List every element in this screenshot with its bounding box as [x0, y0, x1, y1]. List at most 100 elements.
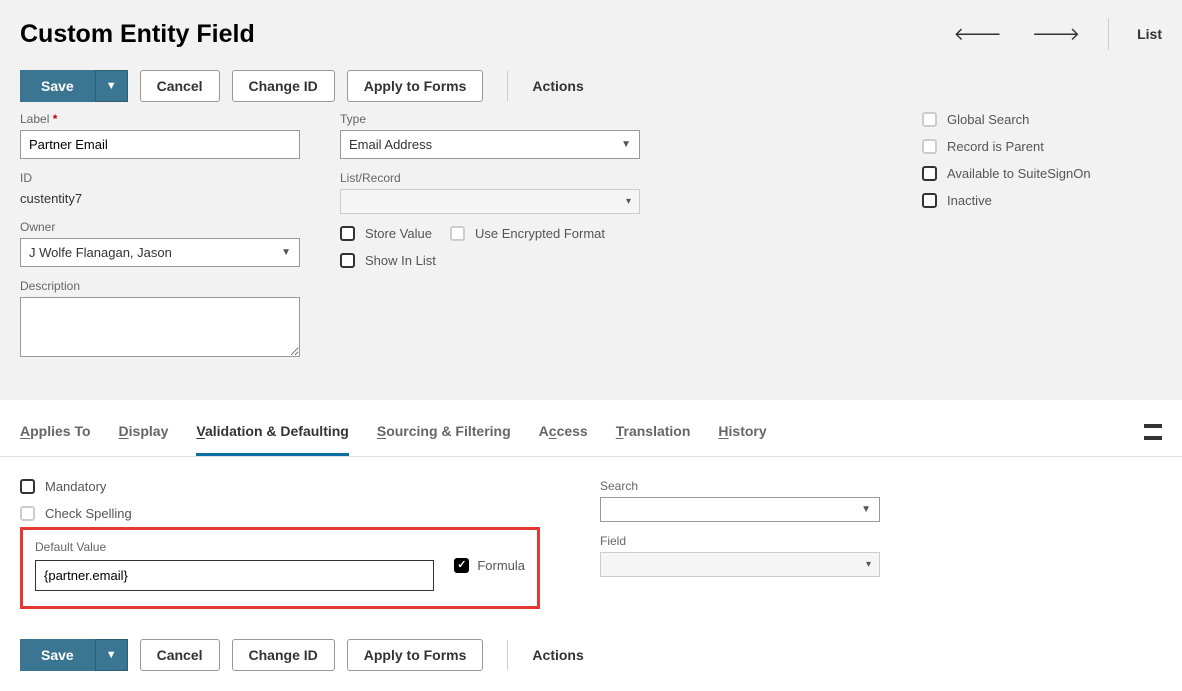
global-search-row: Global Search: [922, 112, 1162, 127]
owner-field-wrap: Owner J Wolfe Flanagan, Jason ▼: [20, 220, 300, 267]
nav-right: 🡐 🡒 List: [954, 18, 1162, 50]
tabs: Applies To Display Validation & Defaulti…: [20, 408, 767, 456]
list-record-field-label: List/Record: [340, 171, 640, 185]
owner-field-label: Owner: [20, 220, 300, 234]
show-in-list-row: Show In List: [340, 253, 640, 268]
chevron-down-icon: ▾: [626, 196, 631, 207]
tab-translation[interactable]: Translation: [616, 408, 691, 456]
record-is-parent-label: Record is Parent: [947, 139, 1044, 154]
prev-arrow-icon[interactable]: 🡐: [954, 24, 1002, 45]
mandatory-row: Mandatory: [20, 479, 540, 494]
tab-col-right: Search ▼ Field ▾: [600, 479, 880, 609]
chevron-down-icon: ▾: [866, 559, 871, 570]
change-id-button[interactable]: Change ID: [232, 70, 335, 102]
header-region: Custom Entity Field 🡐 🡒 List Save ▼ Canc…: [0, 0, 1182, 400]
search-field-wrap: Search ▼: [600, 479, 880, 522]
type-select-value: Email Address: [349, 137, 432, 152]
default-value-highlight: Default Value Formula: [20, 527, 540, 609]
owner-select[interactable]: J Wolfe Flanagan, Jason ▼: [20, 238, 300, 267]
chevron-down-icon: ▼: [861, 504, 871, 515]
default-value-row: Default Value Formula: [35, 540, 525, 591]
description-field-label: Description: [20, 279, 300, 293]
divider: [507, 640, 508, 670]
inactive-row: Inactive: [922, 193, 1162, 208]
button-row-top: Save ▼ Cancel Change ID Apply to Forms A…: [20, 70, 1162, 102]
mandatory-checkbox[interactable]: [20, 479, 35, 494]
description-field-wrap: Description: [20, 279, 300, 360]
inactive-checkbox[interactable]: [922, 193, 937, 208]
formula-row: Formula: [454, 558, 525, 573]
page-title: Custom Entity Field: [20, 20, 255, 49]
type-select[interactable]: Email Address ▼: [340, 130, 640, 159]
cancel-button-bottom[interactable]: Cancel: [140, 639, 220, 671]
tab-body: Mandatory Check Spelling Default Value F…: [0, 457, 1182, 633]
save-button-bottom[interactable]: Save: [20, 639, 95, 671]
use-encrypted-checkbox: [450, 226, 465, 241]
change-id-button-bottom[interactable]: Change ID: [232, 639, 335, 671]
default-value-wrap: Default Value: [35, 540, 434, 591]
suitesignon-label: Available to SuiteSignOn: [947, 166, 1091, 181]
view-toggle-icon[interactable]: [1144, 424, 1162, 440]
show-in-list-label: Show In List: [365, 253, 436, 268]
chevron-down-icon: ▼: [621, 139, 631, 150]
actions-menu[interactable]: Actions: [532, 78, 583, 94]
description-textarea[interactable]: [20, 297, 300, 357]
search-select[interactable]: ▼: [600, 497, 880, 522]
list-link[interactable]: List: [1137, 26, 1162, 42]
apply-to-forms-button-bottom[interactable]: Apply to Forms: [347, 639, 484, 671]
tab-display[interactable]: Display: [119, 408, 169, 456]
save-dropdown-button-bottom[interactable]: ▼: [95, 639, 128, 671]
divider: [507, 71, 508, 101]
suitesignon-checkbox[interactable]: [922, 166, 937, 181]
form-region: Label ID custentity7 Owner J Wolfe Flana…: [20, 112, 1162, 372]
next-arrow-icon[interactable]: 🡒: [1032, 24, 1080, 45]
type-field-wrap: Type Email Address ▼: [340, 112, 640, 159]
title-row: Custom Entity Field 🡐 🡒 List: [20, 18, 1162, 50]
list-record-select: ▾: [340, 189, 640, 214]
cancel-button[interactable]: Cancel: [140, 70, 220, 102]
tab-history[interactable]: History: [718, 408, 766, 456]
id-field-label: ID: [20, 171, 300, 185]
nav-arrows: 🡐 🡒: [954, 24, 1081, 45]
label-field-wrap: Label: [20, 112, 300, 159]
mandatory-label: Mandatory: [45, 479, 106, 494]
formula-checkbox[interactable]: [454, 558, 469, 573]
save-button-group-bottom: Save ▼: [20, 639, 128, 671]
suitesignon-row: Available to SuiteSignOn: [922, 166, 1162, 181]
field-field-label: Field: [600, 534, 880, 548]
tab-sourcing-filtering[interactable]: Sourcing & Filtering: [377, 408, 511, 456]
tab-applies-to[interactable]: Applies To: [20, 408, 91, 456]
id-field-wrap: ID custentity7: [20, 171, 300, 208]
check-spelling-label: Check Spelling: [45, 506, 132, 521]
label-input[interactable]: [20, 130, 300, 159]
actions-menu-bottom[interactable]: Actions: [532, 647, 583, 663]
field-select: ▾: [600, 552, 880, 577]
store-value-label: Store Value: [365, 226, 432, 241]
global-search-label: Global Search: [947, 112, 1029, 127]
store-value-row: Store Value: [340, 226, 432, 241]
default-value-label: Default Value: [35, 540, 434, 554]
tabs-bar: Applies To Display Validation & Defaulti…: [0, 408, 1182, 457]
owner-select-value: J Wolfe Flanagan, Jason: [29, 245, 172, 260]
tab-access[interactable]: Access: [539, 408, 588, 456]
save-button-group: Save ▼: [20, 70, 128, 102]
tab-validation-defaulting[interactable]: Validation & Defaulting: [196, 408, 348, 456]
chevron-down-icon: ▼: [281, 247, 291, 258]
use-encrypted-row: Use Encrypted Format: [450, 226, 605, 241]
list-record-field-wrap: List/Record ▾: [340, 171, 640, 214]
apply-to-forms-button[interactable]: Apply to Forms: [347, 70, 484, 102]
store-value-checkbox[interactable]: [340, 226, 355, 241]
global-search-checkbox: [922, 112, 937, 127]
check-spelling-row: Check Spelling: [20, 506, 540, 521]
record-is-parent-checkbox: [922, 139, 937, 154]
search-field-label: Search: [600, 479, 880, 493]
default-value-input[interactable]: [35, 560, 434, 591]
save-dropdown-button[interactable]: ▼: [95, 70, 128, 102]
form-col-2: Type Email Address ▼ List/Record ▾ Store…: [340, 112, 640, 372]
show-in-list-checkbox[interactable]: [340, 253, 355, 268]
save-button[interactable]: Save: [20, 70, 95, 102]
divider: [1108, 18, 1109, 50]
type-field-label: Type: [340, 112, 640, 126]
record-is-parent-row: Record is Parent: [922, 139, 1162, 154]
formula-label: Formula: [477, 558, 525, 573]
